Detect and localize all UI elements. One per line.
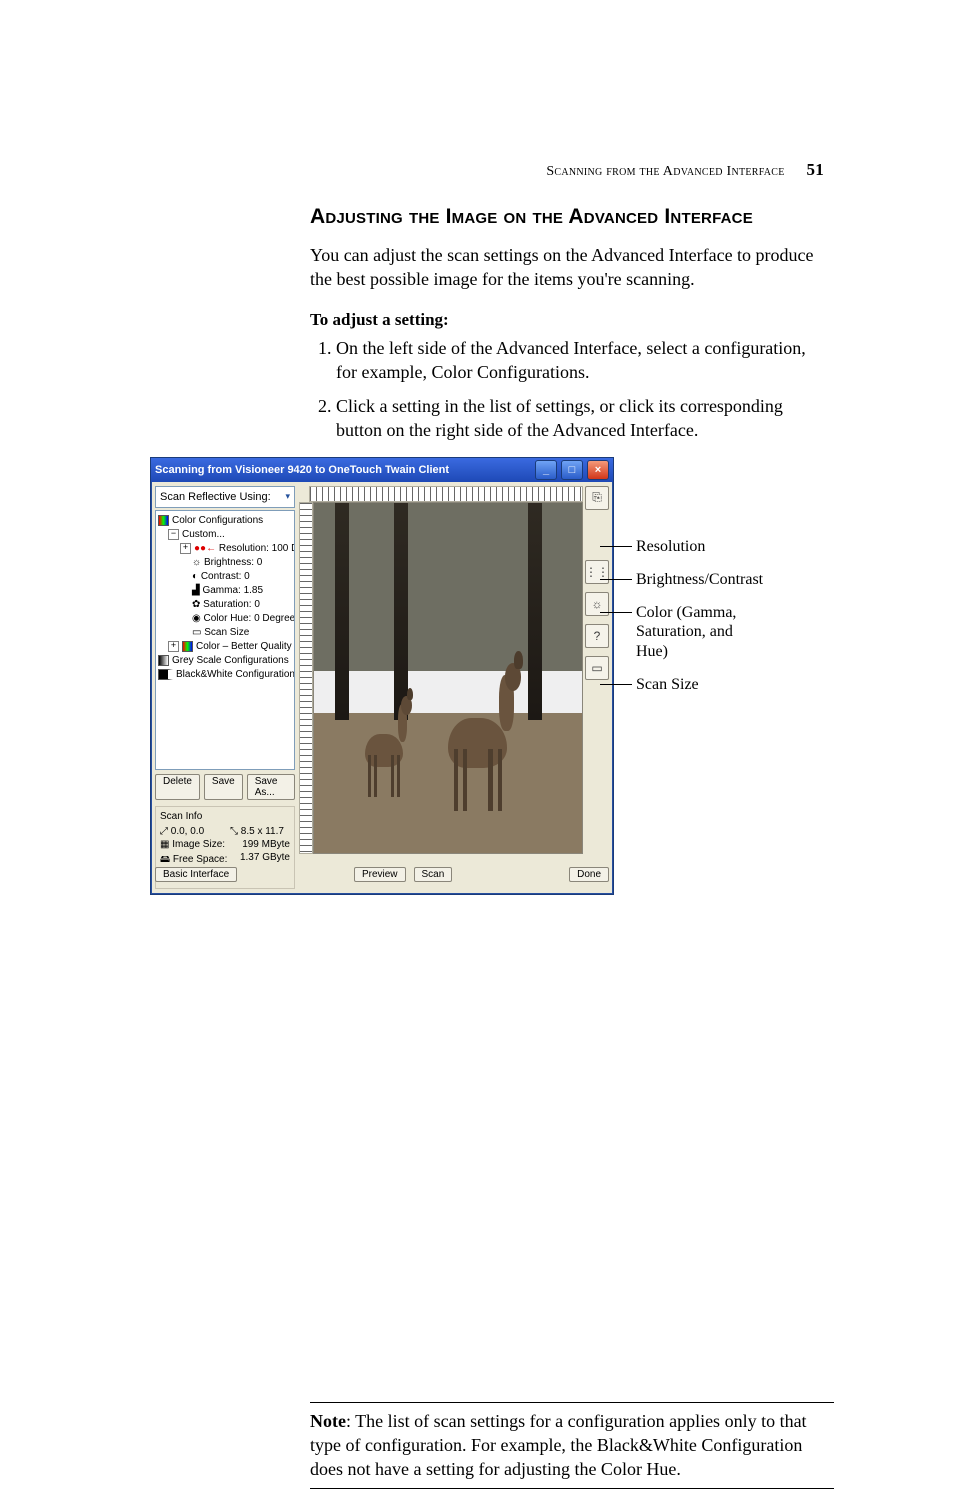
callout-scan-size: Scan Size	[620, 675, 763, 694]
delete-button[interactable]: Delete	[155, 774, 200, 800]
scan-button[interactable]: Scan	[414, 867, 453, 882]
callout-resolution: Resolution	[620, 537, 763, 556]
page-number: 51	[806, 160, 824, 179]
tree-grey[interactable]: Grey Scale Configurations	[172, 655, 289, 666]
scan-info-header: Scan Info	[160, 811, 290, 822]
collapse-icon[interactable]: −	[168, 529, 179, 540]
note-box: Note: The list of scan settings for a co…	[310, 1402, 834, 1489]
config-pane: Scan Reflective Using: ▾ Color Configura…	[155, 486, 295, 854]
intro-paragraph: You can adjust the scan settings on the …	[310, 243, 824, 292]
note-label: Note	[310, 1411, 346, 1431]
note-text: : The list of scan settings for a config…	[310, 1411, 807, 1480]
image-size-label: Image Size:	[172, 839, 225, 850]
scan-pos: 0.0, 0.0	[171, 826, 204, 837]
running-header-text: Scanning from the Advanced Interface	[546, 164, 784, 179]
tool-column: ⎘ ⋮⋮ ☼ ◪ ▭ ?	[585, 486, 609, 688]
tree-saturation[interactable]: Saturation: 0	[203, 599, 260, 610]
basic-interface-button[interactable]: Basic Interface	[155, 867, 237, 882]
step-2: Click a setting in the list of settings,…	[336, 394, 824, 443]
callout-brightness: Brightness/Contrast	[620, 570, 763, 589]
callout-color: Color (Gamma, Saturation, and Hue)	[620, 603, 763, 661]
tree-resolution[interactable]: Resolution: 100 DPI	[219, 543, 295, 554]
done-button[interactable]: Done	[569, 867, 609, 882]
tree-brightness[interactable]: Brightness: 0	[204, 557, 262, 568]
tree-color-hue[interactable]: Color Hue: 0 Degrees	[204, 613, 295, 624]
maximize-button[interactable]: □	[561, 460, 583, 480]
tree-scan-size[interactable]: Scan Size	[204, 627, 249, 638]
minimize-button[interactable]: _	[535, 460, 557, 480]
running-header: Scanning from the Advanced Interface 51	[546, 160, 824, 180]
resolution-button[interactable]: ⋮⋮	[585, 560, 609, 584]
tree-color-configs[interactable]: Color Configurations	[172, 515, 263, 526]
scan-using-dropdown[interactable]: Scan Reflective Using: ▾	[155, 486, 295, 508]
window-titlebar[interactable]: Scanning from Visioneer 9420 to OneTouch…	[151, 458, 613, 482]
save-as-button[interactable]: Save As...	[247, 774, 295, 800]
scan-using-label: Scan Reflective Using:	[160, 491, 271, 503]
preview-area[interactable]	[313, 502, 583, 854]
scan-size-button[interactable]: ▭	[585, 656, 609, 680]
preview-button[interactable]: Preview	[354, 867, 406, 882]
image-size-value: 199 MByte	[242, 839, 290, 850]
scan-dim: 8.5 x 11.7	[241, 826, 284, 837]
step-1: On the left side of the Advanced Interfa…	[336, 336, 824, 385]
callout-labels: Resolution Brightness/Contrast Color (Ga…	[620, 525, 763, 708]
vertical-ruler	[299, 502, 313, 854]
procedure-lead: To adjust a setting:	[310, 310, 824, 330]
window-title: Scanning from Visioneer 9420 to OneTouch…	[155, 464, 531, 476]
tree-bw[interactable]: Black&White Configurations	[176, 669, 295, 680]
scanner-window: Scanning from Visioneer 9420 to OneTouch…	[150, 457, 614, 895]
procedure-steps: On the left side of the Advanced Interfa…	[314, 336, 824, 443]
tree-gamma[interactable]: Gamma: 1.85	[202, 585, 263, 596]
close-button[interactable]: ×	[587, 460, 609, 480]
preview-image	[314, 503, 582, 853]
help-button[interactable]: ?	[585, 624, 609, 648]
profile-button[interactable]: ⎘	[585, 486, 609, 510]
expand-icon[interactable]: +	[168, 641, 179, 652]
tree-contrast[interactable]: Contrast: 0	[201, 571, 250, 582]
section-heading: Adjusting the Image on the Advanced Inte…	[310, 205, 824, 229]
config-tree[interactable]: Color Configurations −Custom... +●●← Res…	[155, 510, 295, 770]
horizontal-ruler	[309, 486, 583, 502]
save-button[interactable]: Save	[204, 774, 243, 800]
chevron-down-icon: ▾	[285, 491, 290, 502]
tree-custom[interactable]: Custom...	[182, 529, 225, 540]
tree-better-quality[interactable]: Color – Better Quality	[196, 641, 292, 652]
expand-icon[interactable]: +	[180, 543, 191, 554]
